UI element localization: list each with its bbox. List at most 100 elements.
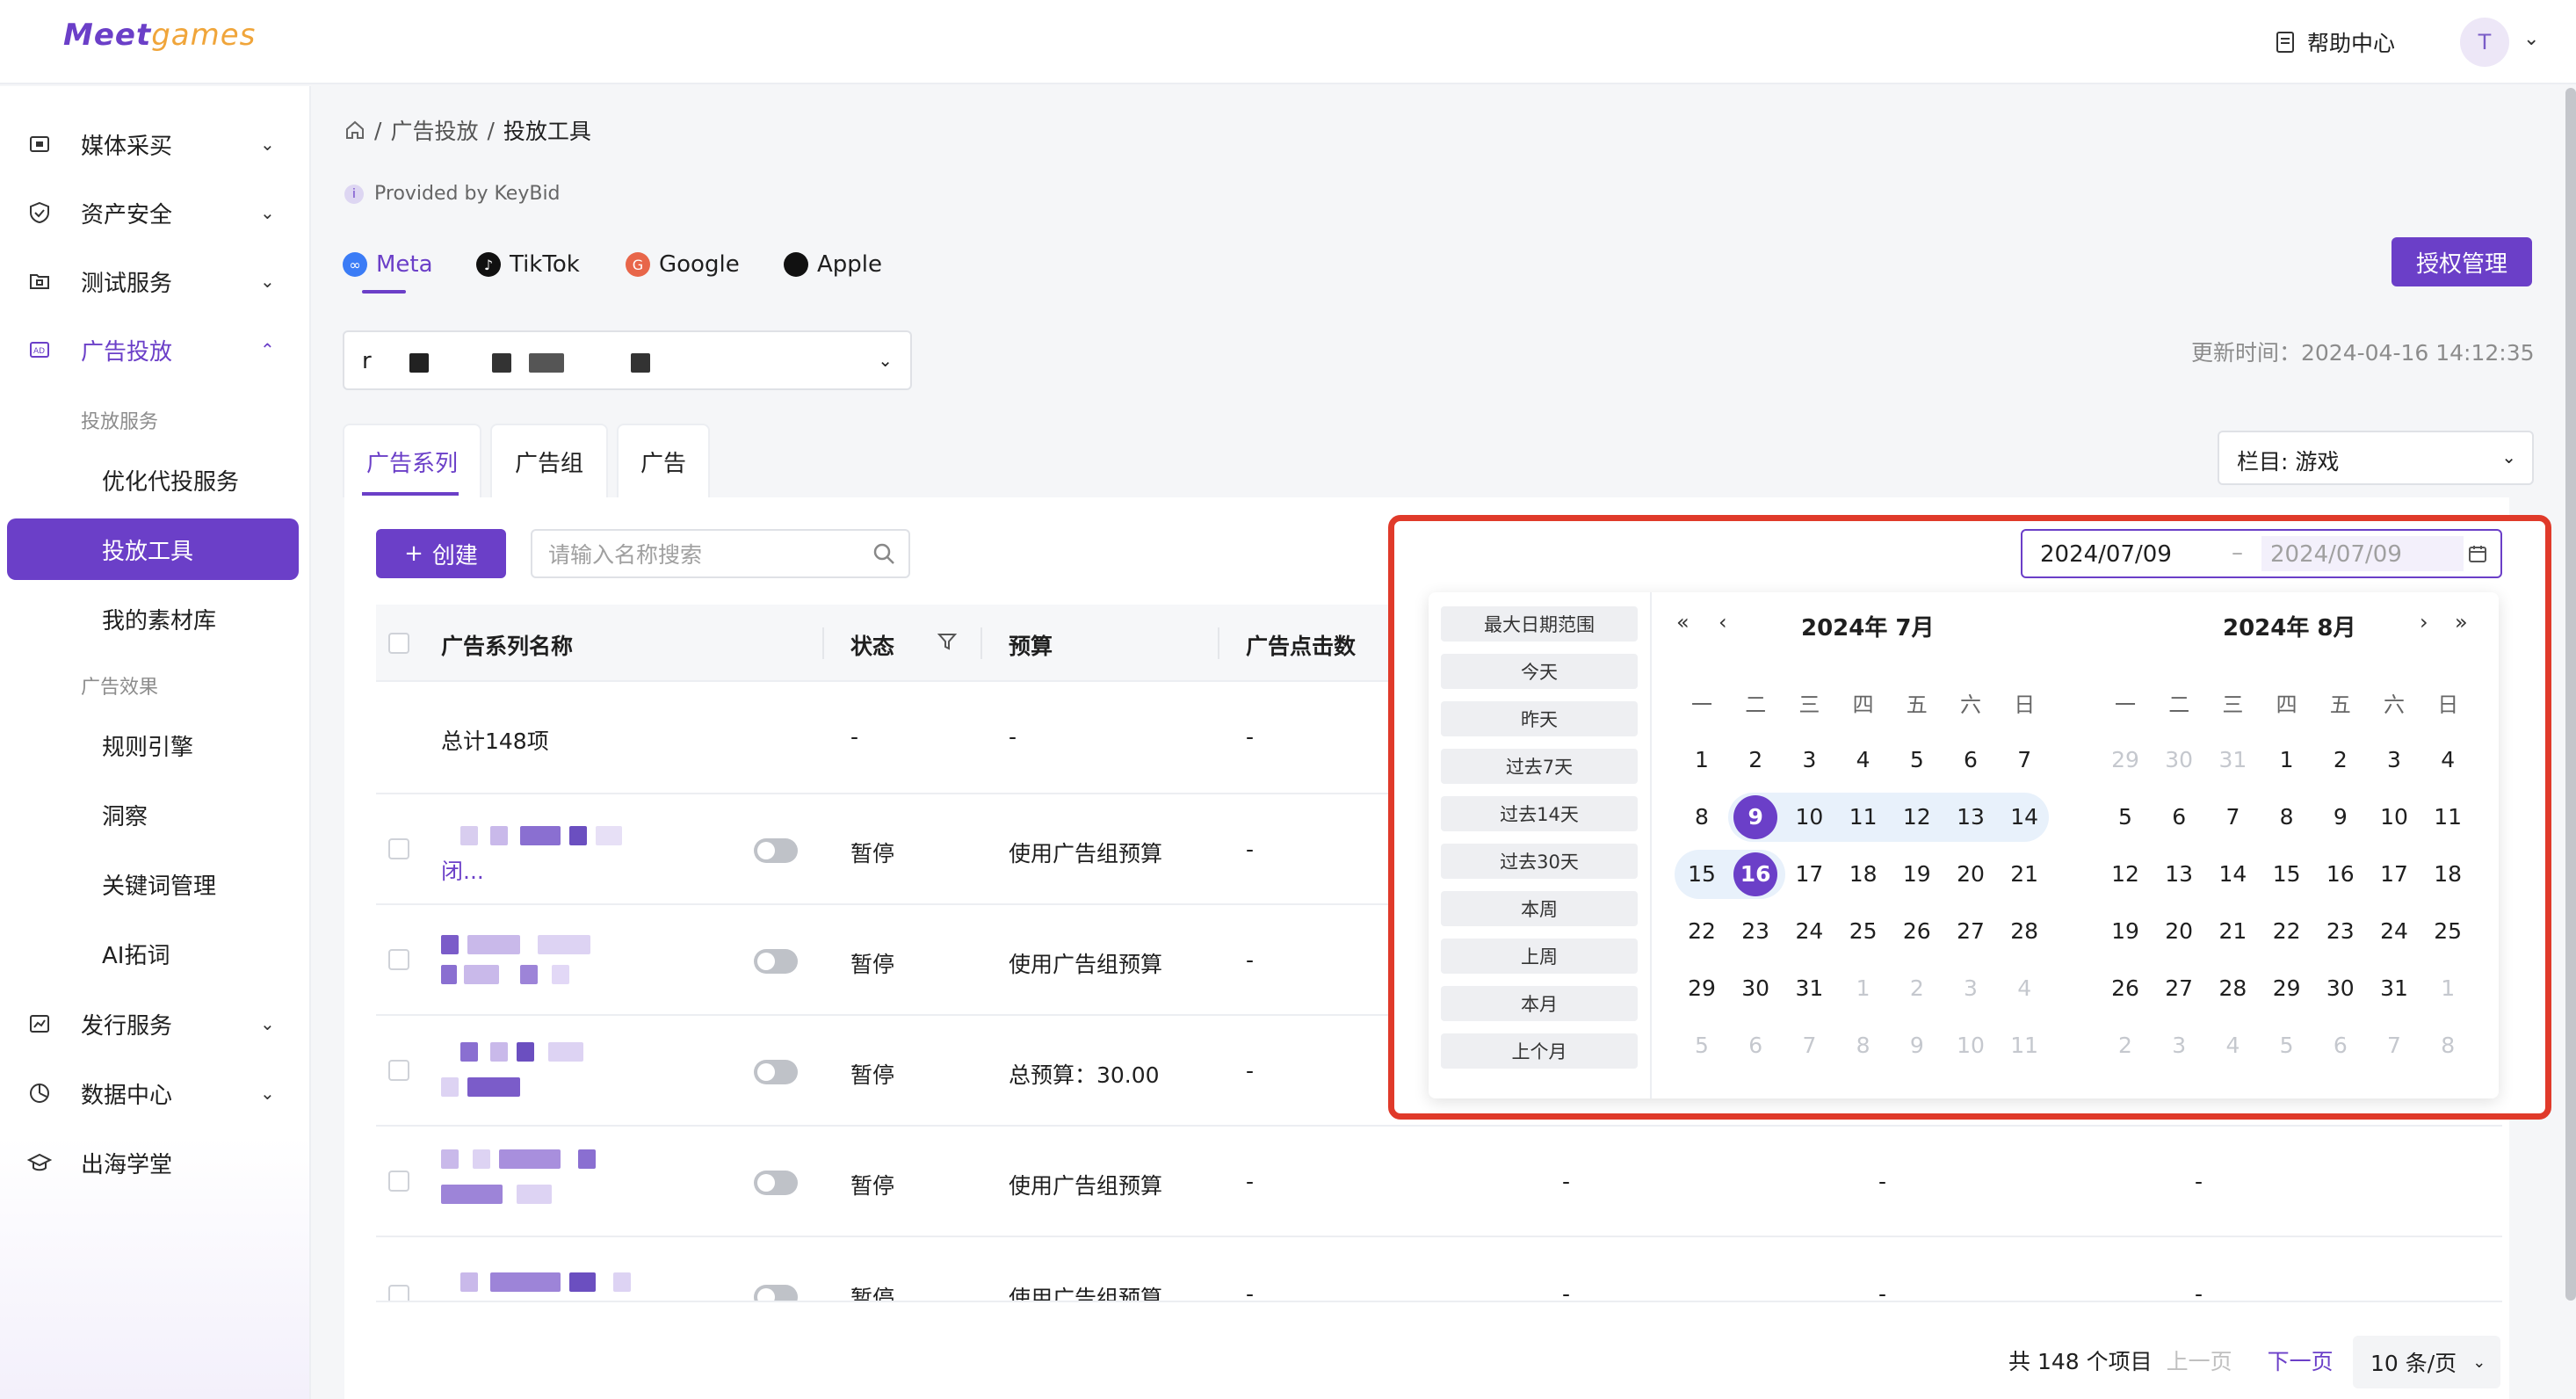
tab-google[interactable]: G Google (626, 251, 740, 278)
calendar-day[interactable]: 8 (2426, 1024, 2470, 1068)
table-row[interactable]: 暂停 使用广告组预算 - - - - (376, 1237, 2502, 1302)
row-checkbox[interactable] (388, 1171, 409, 1192)
calendar-day[interactable]: 25 (2426, 910, 2470, 953)
calendar-day[interactable]: 30 (2319, 967, 2363, 1011)
logo[interactable]: Meetgames (63, 18, 256, 53)
scrollbar[interactable] (2565, 88, 2576, 1301)
sidebar-item-delivery-tool[interactable]: 投放工具 (7, 518, 299, 580)
calendar-day[interactable]: 26 (1895, 910, 1939, 953)
next-page-button[interactable]: 下一页 (2268, 1345, 2334, 1376)
calendar-day[interactable]: 15 (1680, 852, 1724, 896)
date-preset-option[interactable]: 本月 (1441, 986, 1638, 1021)
row-checkbox[interactable] (388, 949, 409, 970)
date-preset-option[interactable]: 过去30天 (1441, 844, 1638, 879)
calendar-day[interactable]: 8 (1680, 795, 1724, 839)
campaign-name-link[interactable]: 闭... (441, 854, 484, 886)
authorization-management-button[interactable]: 授权管理 (2391, 237, 2532, 286)
calendar-day[interactable]: 4 (2002, 967, 2046, 1011)
sidebar-item-media-buying[interactable]: 媒体采买 ⌄ (0, 116, 311, 172)
prev-month-button[interactable]: ‹ (1719, 610, 1727, 634)
tab-campaigns[interactable]: 广告系列 (343, 424, 481, 497)
create-button[interactable]: + 创建 (376, 529, 506, 578)
table-row[interactable]: 暂停 使用广告组预算 - - - - (376, 1127, 2502, 1237)
tab-ads[interactable]: 广告 (617, 424, 710, 497)
sidebar-item-ad-delivery[interactable]: AD 广告投放 ⌃ (0, 322, 311, 378)
search-icon[interactable] (872, 541, 896, 566)
sidebar-item-insights[interactable]: 洞察 (7, 784, 299, 845)
date-preset-option[interactable]: 过去14天 (1441, 796, 1638, 831)
calendar-day[interactable]: 17 (2372, 852, 2416, 896)
tab-apple[interactable]: Apple (784, 251, 882, 278)
row-checkbox[interactable] (388, 838, 409, 859)
calendar-day[interactable]: 3 (1949, 967, 1993, 1011)
status-toggle[interactable] (754, 949, 798, 974)
calendar-day[interactable]: 16 (1733, 852, 1778, 896)
next-year-button[interactable]: » (2455, 610, 2468, 634)
calendar-day[interactable]: 11 (2426, 795, 2470, 839)
calendar-day[interactable]: 13 (1949, 795, 1993, 839)
calendar-day[interactable]: 11 (2002, 1024, 2046, 1068)
date-preset-option[interactable]: 昨天 (1441, 701, 1638, 736)
status-toggle[interactable] (754, 1171, 798, 1195)
calendar-day[interactable]: 7 (2002, 738, 2046, 782)
columns-select[interactable]: 栏目: 游戏 ⌄ (2218, 431, 2534, 485)
ad-account-select[interactable]: r ⌄ (343, 330, 912, 390)
calendar-day[interactable]: 13 (2157, 852, 2201, 896)
calendar-day[interactable]: 26 (2103, 967, 2147, 1011)
calendar-day[interactable]: 27 (2157, 967, 2201, 1011)
sidebar-item-ai-keywords[interactable]: AI拓词 (7, 923, 299, 984)
calendar-day[interactable]: 9 (1895, 1024, 1939, 1068)
calendar-day[interactable]: 20 (2157, 910, 2201, 953)
sidebar-item-data-center[interactable]: 数据中心 ⌄ (0, 1065, 311, 1121)
calendar-day[interactable]: 12 (1895, 795, 1939, 839)
date-range-input[interactable]: 2024/07/09 – 2024/07/09 (2021, 529, 2502, 578)
calendar-day[interactable]: 5 (1680, 1024, 1724, 1068)
calendar-day[interactable]: 3 (2157, 1024, 2201, 1068)
calendar-day[interactable]: 30 (1733, 967, 1777, 1011)
calendar-day[interactable]: 4 (1842, 738, 1885, 782)
select-all-checkbox[interactable] (388, 633, 409, 654)
calendar-day[interactable]: 18 (1842, 852, 1885, 896)
sidebar-item-test-service[interactable]: 测试服务 ⌄ (0, 253, 311, 309)
date-preset-option[interactable]: 今天 (1441, 654, 1638, 689)
calendar-day[interactable]: 3 (2372, 738, 2416, 782)
calendar-day[interactable]: 9 (1733, 795, 1778, 839)
next-month-button[interactable]: › (2420, 610, 2428, 634)
calendar-day[interactable]: 19 (2103, 910, 2147, 953)
calendar-day[interactable]: 1 (2426, 967, 2470, 1011)
calendar-day[interactable]: 11 (1842, 795, 1885, 839)
calendar-day[interactable]: 8 (1842, 1024, 1885, 1068)
calendar-day[interactable]: 1 (1842, 967, 1885, 1011)
home-icon[interactable] (344, 120, 365, 141)
sidebar-item-optimized-service[interactable]: 优化代投服务 (7, 449, 299, 511)
calendar-day[interactable]: 6 (1733, 1024, 1777, 1068)
date-preset-option[interactable]: 上个月 (1441, 1033, 1638, 1069)
status-toggle[interactable] (754, 838, 798, 863)
calendar-day[interactable]: 18 (2426, 852, 2470, 896)
prev-page-button[interactable]: 上一页 (2167, 1345, 2232, 1376)
start-date-field[interactable]: 2024/07/09 (2040, 541, 2172, 568)
calendar-day[interactable]: 1 (2265, 738, 2309, 782)
calendar-day[interactable]: 25 (1842, 910, 1885, 953)
date-preset-option[interactable]: 上周 (1441, 939, 1638, 974)
calendar-day[interactable]: 6 (2319, 1024, 2363, 1068)
calendar-day[interactable]: 16 (2319, 852, 2363, 896)
date-preset-option[interactable]: 最大日期范围 (1441, 606, 1638, 642)
sidebar-item-asset-security[interactable]: 资产安全 ⌄ (0, 185, 311, 241)
search-input[interactable] (548, 540, 847, 569)
calendar-day[interactable]: 30 (2157, 738, 2201, 782)
calendar-day[interactable]: 10 (2372, 795, 2416, 839)
date-preset-option[interactable]: 过去7天 (1441, 749, 1638, 784)
calendar-day[interactable]: 4 (2426, 738, 2470, 782)
calendar-day[interactable]: 1 (1680, 738, 1724, 782)
chevron-down-icon[interactable]: ⌄ (2523, 28, 2539, 50)
page-size-select[interactable]: 10 条/页 ⌄ (2353, 1336, 2500, 1388)
tab-meta[interactable]: ∞ Meta (343, 251, 433, 278)
status-toggle[interactable] (754, 1285, 798, 1301)
calendar-day[interactable]: 22 (1680, 910, 1724, 953)
calendar-day[interactable]: 7 (2372, 1024, 2416, 1068)
sidebar-item-rule-engine[interactable]: 规则引擎 (7, 714, 299, 776)
calendar-day[interactable]: 21 (2002, 852, 2046, 896)
calendar-day[interactable]: 9 (2319, 795, 2363, 839)
calendar-day[interactable]: 6 (1949, 738, 1993, 782)
